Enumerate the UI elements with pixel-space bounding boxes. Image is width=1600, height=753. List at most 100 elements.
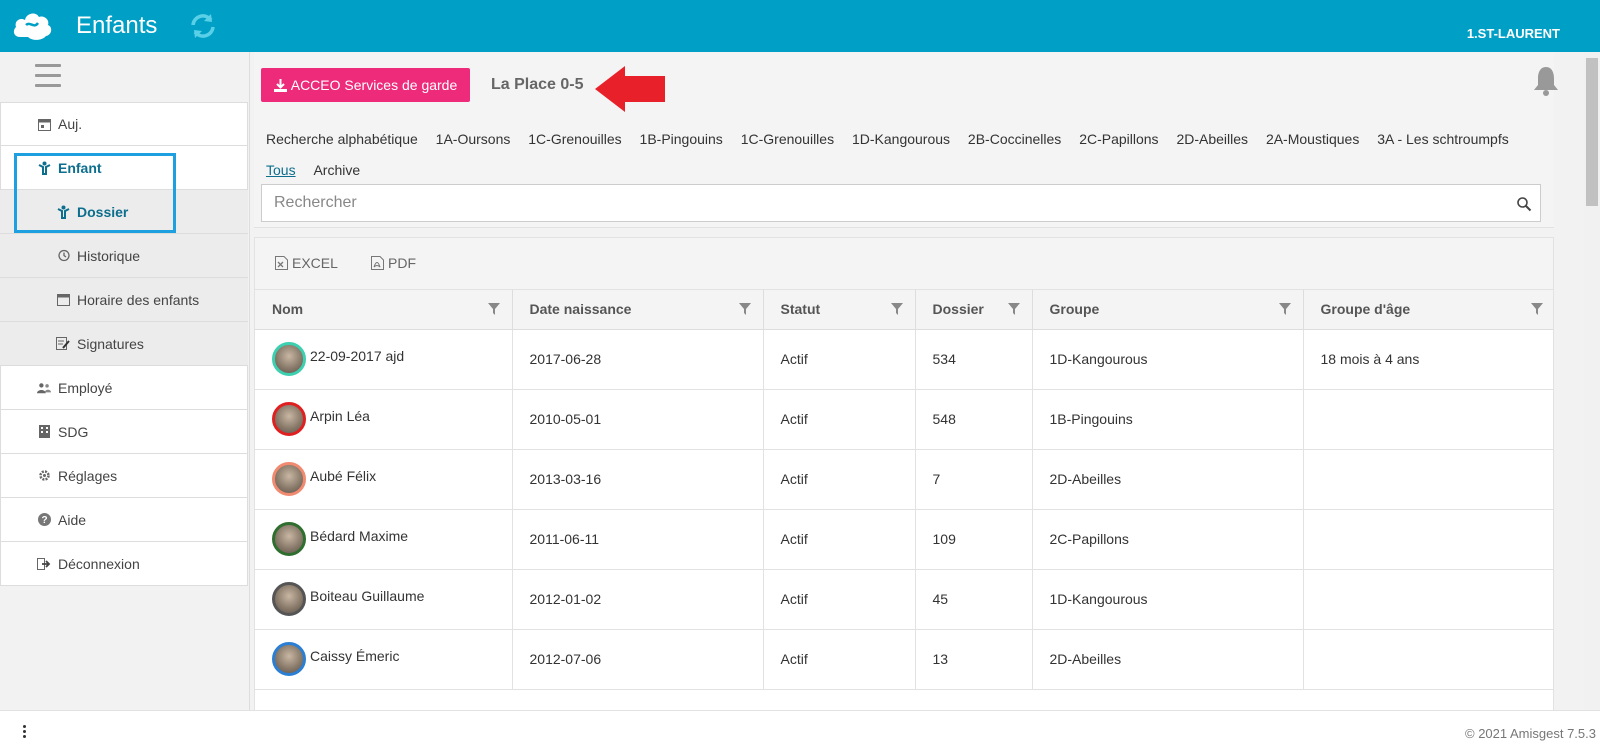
table-row[interactable]: Aubé Félix 2013-03-16 Actif 7 2D-Abeille…	[255, 449, 1553, 510]
sidebar-item-deconnexion[interactable]: Déconnexion	[0, 542, 248, 586]
sidebar-item-label: Aide	[58, 511, 87, 528]
filter-tous[interactable]: Tous	[266, 155, 296, 186]
filter-1a-oursons[interactable]: 1A-Oursons	[436, 124, 511, 155]
name-cell: Bédard Maxime	[255, 509, 513, 570]
sidebar-item-label: Auj.	[58, 116, 83, 132]
red-arrow-annotation-icon	[595, 66, 665, 112]
filter-funnel-icon[interactable]	[890, 303, 903, 315]
group-filter-bar: Recherche alphabétique 1A-Oursons 1C-Gre…	[266, 124, 1556, 186]
avatar	[272, 342, 306, 376]
sidebar-item-label: Réglages	[58, 467, 118, 484]
sidebar-item-sdg[interactable]: SDG	[0, 410, 248, 454]
users-icon	[37, 381, 51, 395]
sidebar-item-employe[interactable]: Employé	[0, 366, 248, 410]
excel-file-icon	[275, 256, 288, 270]
column-header-label: Statut	[780, 301, 821, 318]
filter-2b-coccinelles[interactable]: 2B-Coccinelles	[968, 124, 1061, 155]
filter-1b-pingouins[interactable]: 1B-Pingouins	[640, 124, 723, 155]
column-header-groupe[interactable]: Groupe	[1032, 290, 1304, 330]
header-card: ACCEO Services de garde La Place 0-5 Rec…	[254, 52, 1558, 228]
filter-archive[interactable]: Archive	[313, 155, 360, 186]
help-icon: ?	[37, 513, 51, 527]
page-scrollbar[interactable]	[1584, 52, 1600, 710]
child-name[interactable]: Arpin Léa	[310, 408, 370, 424]
cloud-logo-icon	[13, 13, 52, 40]
child-icon	[56, 205, 70, 219]
birth-date-cell: 2017-06-28	[512, 329, 764, 390]
bell-icon[interactable]	[1532, 65, 1560, 97]
group-cell: 1D-Kangourous	[1032, 329, 1304, 390]
refresh-icon[interactable]	[189, 12, 217, 40]
column-header-date-naissance[interactable]: Date naissance	[512, 290, 764, 330]
child-name[interactable]: Bédard Maxime	[310, 528, 408, 544]
column-header-dossier[interactable]: Dossier	[915, 290, 1033, 330]
birth-date-cell: 2013-03-16	[512, 449, 764, 510]
filter-1d-kangourous[interactable]: 1D-Kangourous	[852, 124, 950, 155]
filter-funnel-icon[interactable]	[1007, 303, 1020, 315]
filter-2c-papillons[interactable]: 2C-Papillons	[1079, 124, 1158, 155]
avatar	[272, 462, 306, 496]
column-header-groupe-age[interactable]: Groupe d'âge	[1303, 290, 1553, 330]
sidebar-item-label: Signatures	[77, 335, 144, 352]
sidebar-item-historique[interactable]: Historique	[0, 234, 248, 278]
child-name[interactable]: 22-09-2017 ajd	[310, 348, 404, 364]
sidebar-item-dossier[interactable]: Dossier	[0, 190, 248, 234]
sidebar-item-aide[interactable]: ? Aide	[0, 498, 248, 542]
filter-alpha[interactable]: Recherche alphabétique	[266, 124, 418, 155]
age-group-cell	[1303, 389, 1553, 450]
table-row[interactable]: Caissy Émeric 2012-07-06 Actif 13 2D-Abe…	[255, 629, 1553, 690]
pdf-export-button[interactable]: PDF	[371, 255, 416, 271]
filter-funnel-icon[interactable]	[738, 303, 751, 315]
child-name[interactable]: Aubé Félix	[310, 468, 376, 484]
child-name[interactable]: Caissy Émeric	[310, 648, 399, 664]
calendar-icon	[56, 293, 70, 307]
status-cell: Actif	[763, 449, 916, 510]
kebab-menu-icon[interactable]	[23, 725, 27, 739]
group-cell: 2C-Papillons	[1032, 509, 1304, 570]
user-label[interactable]: 1.ST-LAURENT	[1467, 26, 1560, 41]
footer: © 2021 Amisgest 7.5.3	[0, 710, 1600, 753]
acceo-button[interactable]: ACCEO Services de garde	[261, 68, 470, 102]
name-cell: Arpin Léa	[255, 389, 513, 450]
column-header-statut[interactable]: Statut	[763, 290, 916, 330]
children-grid: EXCEL PDF Nom Date naissance Statut Doss…	[254, 237, 1554, 712]
copyright-text: © 2021 Amisgest 7.5.3	[1465, 726, 1596, 741]
sidebar-item-reglages[interactable]: Réglages	[0, 454, 248, 498]
filter-3a-schtroumpfs[interactable]: 3A - Les schtroumpfs	[1377, 124, 1509, 155]
table-row[interactable]: Bédard Maxime 2011-06-11 Actif 109 2C-Pa…	[255, 509, 1553, 570]
name-cell: Boiteau Guillaume	[255, 569, 513, 630]
export-toolbar: EXCEL PDF	[255, 238, 1553, 290]
sidebar-nav: Auj. Enfant Dossier Historique Horaire d…	[0, 102, 248, 586]
table-row[interactable]: 22-09-2017 ajd 2017-06-28 Actif 534 1D-K…	[255, 329, 1553, 390]
filter-funnel-icon[interactable]	[1530, 303, 1543, 315]
column-header-nom[interactable]: Nom	[255, 290, 513, 330]
name-cell: Aubé Félix	[255, 449, 513, 510]
group-cell: 1B-Pingouins	[1032, 389, 1304, 450]
name-cell: Caissy Émeric	[255, 629, 513, 690]
excel-export-button[interactable]: EXCEL	[275, 255, 338, 271]
sidebar-item-label: Déconnexion	[58, 555, 140, 572]
table-row[interactable]: Boiteau Guillaume 2012-01-02 Actif 45 1D…	[255, 569, 1553, 630]
sidebar-item-horaire[interactable]: Horaire des enfants	[0, 278, 248, 322]
sidebar-item-auj[interactable]: Auj.	[0, 102, 248, 146]
filter-funnel-icon[interactable]	[1278, 303, 1291, 315]
avatar	[272, 642, 306, 676]
filter-1c-grenouilles-2[interactable]: 1C-Grenouilles	[741, 124, 834, 155]
filter-2d-abeilles[interactable]: 2D-Abeilles	[1176, 124, 1248, 155]
age-group-cell	[1303, 509, 1553, 570]
table-row[interactable]: Arpin Léa 2010-05-01 Actif 548 1B-Pingou…	[255, 389, 1553, 450]
child-name[interactable]: Boiteau Guillaume	[310, 588, 424, 604]
hamburger-menu-icon[interactable]	[35, 64, 61, 88]
filter-2a-moustiques[interactable]: 2A-Moustiques	[1266, 124, 1359, 155]
sidebar-item-enfant[interactable]: Enfant	[0, 146, 248, 190]
status-cell: Actif	[763, 329, 916, 390]
search-icon[interactable]	[1516, 196, 1532, 212]
birth-date-cell: 2012-07-06	[512, 629, 764, 690]
filter-funnel-icon[interactable]	[487, 303, 500, 315]
search-input[interactable]	[262, 185, 1492, 221]
sidebar-item-signatures[interactable]: Signatures	[0, 322, 248, 366]
filter-1c-grenouilles[interactable]: 1C-Grenouilles	[528, 124, 621, 155]
history-icon	[56, 249, 70, 263]
app-title: Enfants	[76, 12, 158, 39]
scrollbar-thumb[interactable]	[1586, 58, 1598, 206]
